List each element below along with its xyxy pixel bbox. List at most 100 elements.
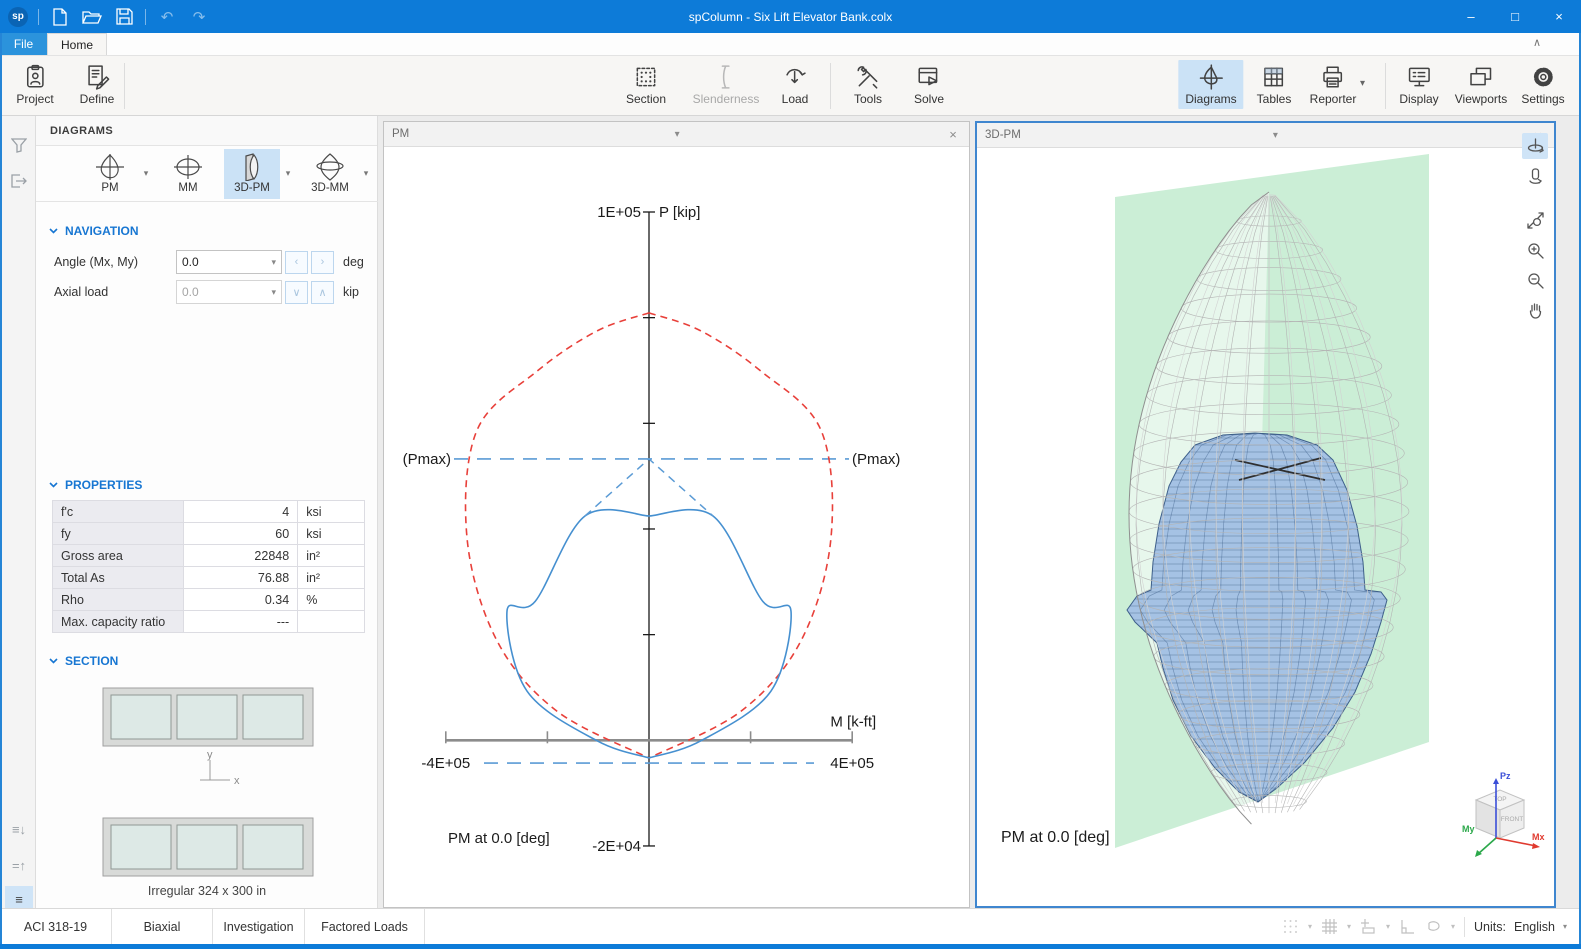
mm3d-dropdown-icon[interactable]: ▾ — [358, 168, 374, 179]
caret-icon: ▾ — [1308, 922, 1312, 931]
window-title: spColumn - Six Lift Elevator Bank.colx — [0, 10, 1581, 24]
display-button[interactable]: Display — [1392, 60, 1445, 109]
property-value: --- — [183, 611, 298, 633]
diagrams-button[interactable]: Diagrams — [1178, 60, 1243, 109]
open-file-icon[interactable] — [81, 6, 103, 28]
svg-text:-2E+04: -2E+04 — [592, 838, 641, 855]
chevron-down-icon — [49, 658, 58, 664]
svg-text:M [k-ft]: M [k-ft] — [830, 713, 876, 730]
diagram-type-toolbar: PM ▾ MM 3D-PM ▾ 3D-MM ▾ — [36, 146, 378, 202]
tab-home[interactable]: Home — [47, 33, 107, 55]
triad-mx-label: Mx — [1532, 832, 1545, 842]
divider — [124, 63, 125, 109]
rotate-view-button[interactable] — [1522, 133, 1548, 159]
pm3d-dropdown-icon[interactable]: ▾ — [280, 168, 296, 179]
navigation-section-header[interactable]: NAVIGATION — [36, 224, 139, 238]
menu-tab-row: File Home ∧ — [0, 33, 1581, 56]
reporter-dropdown-icon[interactable]: ▾ — [1360, 78, 1365, 89]
display-label: Display — [1399, 92, 1438, 106]
reporter-button[interactable]: Reporter — [1303, 60, 1364, 109]
pm3d-panel-header[interactable]: 3D-PM ▾ × — [977, 123, 1554, 148]
panel-close-icon[interactable]: × — [945, 127, 961, 142]
settings-icon — [1530, 64, 1556, 90]
caret-icon: ▾ — [1386, 922, 1390, 931]
status-right-tools: ▾ ▾ ▾ ▾ Units: English ▾ — [1282, 917, 1581, 937]
close-button[interactable]: × — [1537, 0, 1581, 33]
property-row: Rho0.34% — [53, 589, 365, 611]
tables-label: Tables — [1257, 92, 1292, 106]
section-button[interactable]: Section — [619, 60, 673, 109]
zoom-out-button[interactable] — [1522, 267, 1548, 293]
property-row: f'c4ksi — [53, 501, 365, 523]
status-cell[interactable]: Investigation — [213, 909, 305, 944]
section-preview: y x — [36, 676, 378, 886]
property-row: Max. capacity ratio--- — [53, 611, 365, 633]
property-label: Max. capacity ratio — [53, 611, 184, 633]
orientation-triad: TOP FRONT Pz Mx My — [1460, 770, 1550, 862]
divider — [1464, 917, 1465, 937]
angle-next-button[interactable]: › — [311, 251, 334, 274]
units-selector[interactable]: Units: English ▾ — [1474, 920, 1567, 934]
tab-file[interactable]: File — [0, 33, 47, 55]
svg-text:(Pmax): (Pmax) — [852, 451, 900, 468]
settings-button[interactable]: Settings — [1514, 60, 1571, 109]
project-button[interactable]: Project — [9, 60, 60, 109]
undo-icon[interactable]: ↶ — [156, 6, 178, 28]
mm-diagram-button[interactable]: MM — [160, 149, 216, 199]
pm-panel-header[interactable]: PM ▾ × — [384, 122, 969, 147]
caret-icon: ▾ — [1563, 922, 1567, 931]
svg-text:-4E+05: -4E+05 — [421, 755, 470, 772]
solve-label: Solve — [914, 92, 944, 106]
tables-button[interactable]: Tables — [1250, 60, 1299, 109]
pm-dropdown-icon[interactable]: ▾ — [138, 168, 154, 179]
status-cell[interactable]: Biaxial — [112, 909, 213, 944]
property-row: fy60ksi — [53, 523, 365, 545]
angle-combobox[interactable]: 0.0 ▾ — [176, 250, 282, 274]
mm3d-diagram-button[interactable]: 3D-MM — [302, 149, 358, 199]
property-unit: in² — [298, 567, 365, 589]
tools-label: Tools — [854, 92, 882, 106]
define-button[interactable]: Define — [73, 60, 122, 109]
polar-icon — [1425, 918, 1442, 935]
triad-pz-label: Pz — [1500, 771, 1511, 781]
section-section-header[interactable]: SECTION — [36, 654, 118, 668]
maximize-button[interactable]: □ — [1493, 0, 1537, 33]
redo-icon[interactable]: ↷ — [188, 6, 210, 28]
property-row: Gross area22848in² — [53, 545, 365, 567]
pm-diagram-button[interactable]: PM — [82, 149, 138, 199]
panel-menu-icon[interactable]: ▾ — [1267, 130, 1283, 141]
svg-text:1E+05: 1E+05 — [597, 204, 641, 221]
zoom-in-button[interactable] — [1522, 237, 1548, 263]
panel-menu-icon[interactable]: ▾ — [669, 129, 685, 140]
collapse-ribbon-icon[interactable]: ∧ — [1533, 36, 1541, 49]
axial-down-button[interactable]: ∨ — [285, 281, 308, 304]
tables-icon — [1261, 64, 1287, 90]
axis-x-label: x — [234, 775, 240, 787]
solve-button[interactable]: Solve — [907, 60, 951, 109]
diagrams-label: Diagrams — [1185, 92, 1236, 106]
viewports-icon — [1468, 64, 1494, 90]
minimize-button[interactable]: – — [1449, 0, 1493, 33]
window-left-edge — [0, 33, 2, 944]
export-panel-icon[interactable] — [5, 168, 33, 194]
rotate-free-button[interactable] — [1522, 163, 1548, 189]
section-caption: Irregular 324 x 300 in — [36, 884, 378, 898]
viewports-button[interactable]: Viewports — [1448, 60, 1514, 109]
sort-descending-icon[interactable]: ≡↓ — [5, 816, 33, 842]
angle-prev-button[interactable]: ‹ — [285, 251, 308, 274]
properties-section-header[interactable]: PROPERTIES — [36, 478, 142, 492]
filter-icon[interactable] — [5, 132, 33, 158]
load-button[interactable]: Load — [775, 60, 816, 109]
pm3d-diagram-button[interactable]: 3D-PM — [224, 149, 280, 199]
combo-caret-icon[interactable]: ▾ — [271, 257, 276, 268]
chevron-down-icon — [49, 482, 58, 488]
pan-button[interactable] — [1522, 297, 1548, 323]
axial-up-button[interactable]: ∧ — [311, 281, 334, 304]
zoom-extents-button[interactable] — [1522, 207, 1548, 233]
status-cell[interactable]: ACI 318-19 — [0, 909, 112, 944]
tools-button[interactable]: Tools — [847, 60, 889, 109]
sort-ascending-icon[interactable]: =↑ — [5, 852, 33, 878]
new-file-icon[interactable] — [49, 6, 71, 28]
save-icon[interactable] — [113, 6, 135, 28]
status-cell[interactable]: Factored Loads — [305, 909, 425, 944]
